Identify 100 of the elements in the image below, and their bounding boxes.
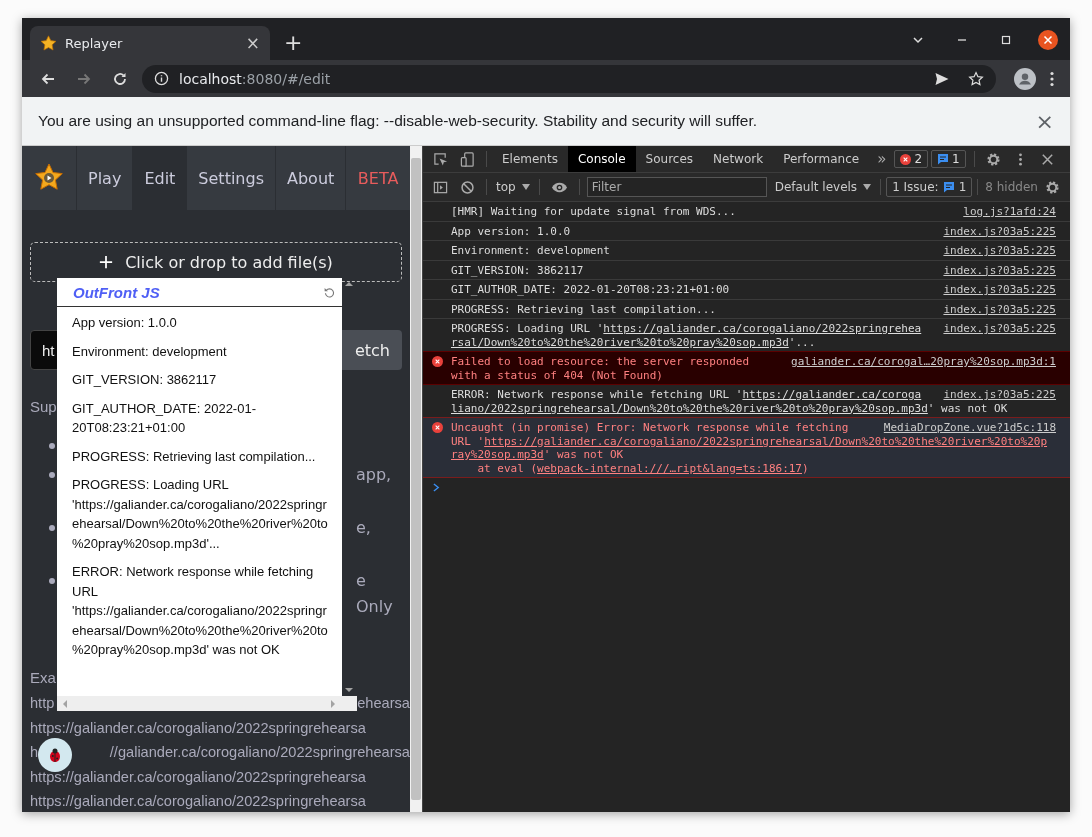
example-url: https://galiander.ca/corogaliano/2022springrehearsa <box>30 792 366 811</box>
scrollbar[interactable] <box>57 696 357 711</box>
profile-icon[interactable] <box>1014 67 1036 90</box>
send-icon[interactable] <box>934 70 950 87</box>
message-line: [HMR] Waiting for update signal from WDS... <box>451 205 737 219</box>
log-entry: GIT_VERSION: 3862117 <box>72 371 218 389</box>
source-link[interactable]: index.js?03a5:225 <box>943 244 1056 258</box>
log-entry: ERROR: Network response while fetching URL 'https://galiander.ca/corogaliano/2022springrehearsal/Down%20to%20the%20river%20to%20pray%20sop.mp3d' was not OK <box>72 563 329 659</box>
source-link[interactable]: index.js?03a5:225 <box>943 322 1056 336</box>
message-line: rsal/Down%20to%20the%20river%20to%20pray%20sop.mp3d'... <box>451 335 817 349</box>
debug-button[interactable] <box>38 738 72 772</box>
clear-console-icon[interactable] <box>460 179 475 195</box>
url-link[interactable]: webpack-internal:///…ript&lang=ts:186:17 <box>537 461 802 475</box>
source-link[interactable]: MediaDropZone.vue?1d5c:118 <box>883 421 1056 435</box>
scrollbar[interactable] <box>410 146 422 812</box>
source-link[interactable]: index.js?03a5:225 <box>943 283 1056 297</box>
example-url: ehearsa <box>357 694 410 713</box>
message-icon <box>937 153 950 165</box>
url-link[interactable]: ray%20sop.mp3d <box>451 448 544 461</box>
message-count-badge[interactable]: 1 <box>931 150 966 168</box>
context-dropdown[interactable]: top <box>492 180 534 194</box>
bullet-text: app, <box>356 464 392 486</box>
tab-title: Replayer <box>65 35 124 51</box>
examples-text: Exa <box>30 668 56 688</box>
reset-icon[interactable] <box>323 285 336 299</box>
nav-tab[interactable]: About <box>276 146 347 210</box>
source-link[interactable]: index.js?03a5:225 <box>943 388 1056 402</box>
close-icon[interactable] <box>1039 151 1055 167</box>
devtools-tab[interactable]: Console <box>567 146 636 172</box>
info-icon <box>154 71 169 86</box>
maximize-icon[interactable] <box>1000 34 1012 46</box>
example-url: https://galiander.ca/corogaliano/2022springrehearsa <box>30 767 366 787</box>
example-url: //galiander.ca/corogaliano/2022springrehearsa <box>109 743 410 762</box>
log-entry: PROGRESS: Retrieving last compilation... <box>72 447 317 466</box>
inspect-icon[interactable] <box>433 151 448 167</box>
close-window-icon[interactable] <box>1038 30 1058 50</box>
error-icon <box>431 422 443 433</box>
message-line: Environment: development <box>451 244 611 258</box>
chevron-down-icon[interactable] <box>912 34 924 46</box>
url-link[interactable]: https://galiander.ca/corogaliano/2022springrehea <box>603 322 922 335</box>
message-line: PROGRESS: Loading URL 'https://galiander.ca/corogaliano/2022springrehea <box>451 322 923 336</box>
url-link[interactable]: liano/2022springrehearsal/Down%20to%20the%20river%20to%20pray%20sop.mp3d <box>451 401 928 415</box>
warning-message: You are using an unsupported command-line flag: --disable-web-security. Stability and security will suffer. <box>38 112 759 130</box>
devtools-tab[interactable]: Sources <box>635 146 704 172</box>
star-outline-icon[interactable] <box>968 70 984 87</box>
source-link[interactable]: index.js?03a5:225 <box>943 224 1056 238</box>
error-icon <box>431 356 443 367</box>
more-tabs-button[interactable]: » <box>877 150 887 168</box>
example-url: h <box>30 743 39 762</box>
caret-icon <box>521 184 530 190</box>
example-url: http <box>30 694 55 713</box>
ladybug-icon <box>47 747 63 763</box>
message-line: liano/2022springrehearsal/Down%20to%20the%20river%20to%20pray%20sop.mp3d' was not OK <box>451 401 1009 415</box>
nav-tab[interactable]: Settings <box>187 146 276 210</box>
menu-icon[interactable] <box>1050 70 1054 87</box>
plus-icon <box>99 255 114 269</box>
message-line: Uncaught (in promise) Error: Network response while fetching <box>451 421 850 435</box>
url-link[interactable]: https://galiander.ca/corogaliano/2022springrehearsal/Down%20to%20the%20river%20to%20p <box>484 434 1048 448</box>
source-link[interactable]: galiander.ca/corogal…20pray%20sop.mp3d:1 <box>791 355 1056 369</box>
source-link[interactable]: index.js?03a5:225 <box>943 302 1056 316</box>
url-link[interactable]: rsal/Down%20to%20the%20river%20to%20pray%20sop.mp3d <box>451 335 789 349</box>
url-text: localhost:8080/#/edit <box>179 70 331 87</box>
address-bar[interactable]: localhost:8080/#/edit <box>142 64 996 93</box>
bullet-text: Only <box>356 596 393 618</box>
close-button[interactable]: × <box>1035 108 1054 134</box>
close-tab-button[interactable]: × <box>245 33 260 53</box>
fetch-button[interactable]: etch <box>340 330 402 370</box>
message-line: App version: 1.0.0 <box>451 224 572 238</box>
log-levels-dropdown[interactable]: Default levels <box>774 180 872 194</box>
log-entry: Environment: development <box>72 342 228 361</box>
message-line: ray%20sop.mp3d' was not OK <box>451 448 625 462</box>
new-tab-button[interactable]: + <box>284 30 303 55</box>
browser-tab[interactable]: Replayer × <box>30 26 270 60</box>
log-entry: App version: 1.0.0 <box>72 314 178 332</box>
message-line: with a status of 404 (Not Found) <box>451 368 664 382</box>
settings-icon[interactable] <box>985 151 1001 167</box>
message-line: PROGRESS: Retrieving last compilation... <box>451 302 717 316</box>
devtools-tab[interactable]: Network <box>703 146 774 172</box>
error-count-badge[interactable]: 2 <box>894 150 929 168</box>
sidebar-toggle-icon[interactable] <box>433 179 448 195</box>
source-link[interactable]: log.js?1afd:24 <box>963 205 1056 219</box>
issues-button[interactable]: 1 Issue: 1 <box>886 177 973 197</box>
dropzone-label: Click or drop to add file(s) <box>125 252 333 272</box>
source-link[interactable]: index.js?03a5:225 <box>943 263 1056 277</box>
devtools-tab[interactable]: Elements <box>492 146 568 172</box>
message-line: Failed to load resource: the server responded <box>451 355 750 369</box>
error-icon <box>900 153 912 165</box>
log-entry: GIT_AUTHOR_DATE: 2022-01-20T08:23:21+01:00 <box>72 399 257 437</box>
settings-icon[interactable] <box>1045 179 1060 195</box>
filter-field[interactable]: Filter <box>586 177 767 197</box>
devtools-tab[interactable]: Performance <box>773 146 870 172</box>
star-icon <box>40 34 57 52</box>
log-entry: PROGRESS: Loading URL 'https://galiander.ca/corogaliano/2022springrehearsal/Down%20to%20the%20river%20to%20pray%20sop.mp3d'... <box>72 476 329 553</box>
hidden-count: 8 hidden <box>985 180 1039 194</box>
popup-title: OutFront JS <box>73 283 160 301</box>
url-link[interactable]: https://galiander.ca/coroga <box>742 388 922 401</box>
message-line: at eval (webpack-internal:///…ript&lang=ts:186:17) <box>476 461 810 475</box>
device-icon[interactable] <box>460 151 475 167</box>
prompt-icon[interactable] <box>433 483 440 492</box>
nav-tab[interactable]: Edit <box>133 146 188 210</box>
